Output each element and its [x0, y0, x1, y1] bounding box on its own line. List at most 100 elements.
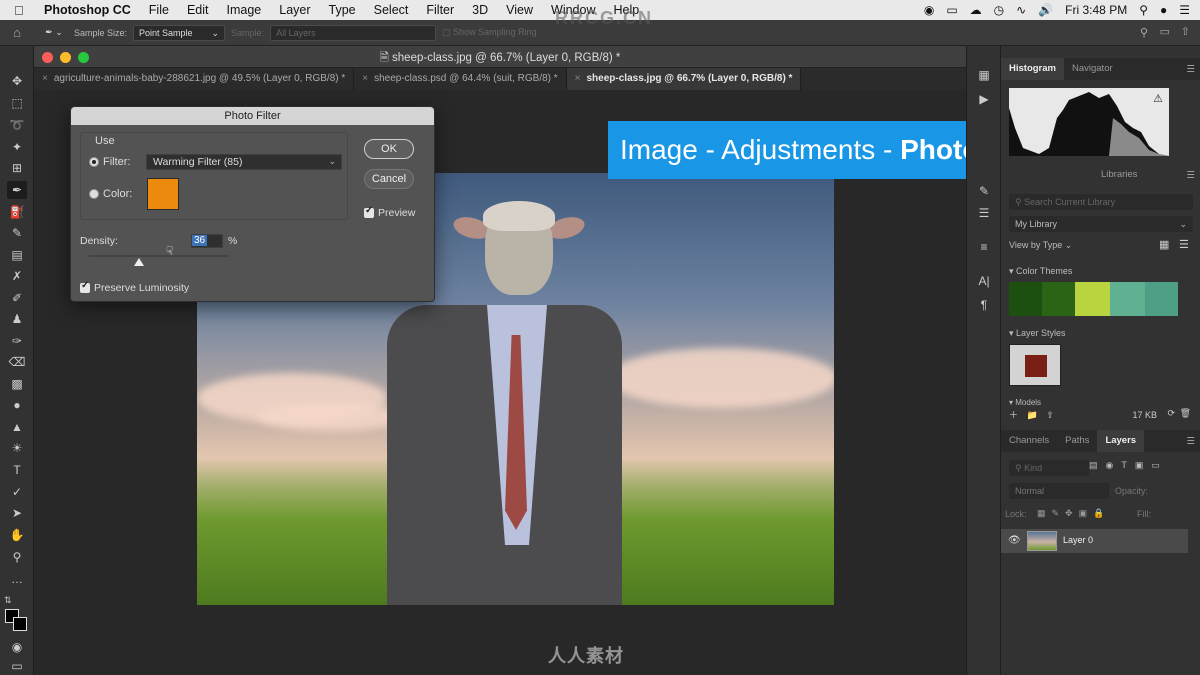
lock-icons[interactable]: ▦✎✥▣🔒 [1037, 508, 1110, 519]
brush-alt-tool-icon[interactable]: ✐ [7, 289, 27, 307]
trash-icon[interactable]: 🗑 [1180, 408, 1191, 419]
clone-source-icon[interactable]: ≡ [976, 240, 992, 256]
layer-row[interactable]: 👁 Layer 0 [1001, 529, 1188, 553]
type-tool-icon[interactable]: T [7, 461, 27, 479]
brush-tool-icon[interactable]: ✎ [7, 224, 27, 242]
layer-style-thumbnail[interactable] [1009, 344, 1061, 386]
menu-edit[interactable]: Edit [187, 3, 209, 17]
filter-select[interactable]: Warming Filter (85) ⌄ [146, 154, 342, 170]
close-tab-icon[interactable]: × [362, 73, 368, 84]
sample-size-select[interactable]: Point Sample ⌄ [133, 24, 226, 41]
clock[interactable]: Fri 3:48 PM [1065, 3, 1127, 17]
tab-sheep-class-jpg[interactable]: × sheep-class.jpg @ 66.7% (Layer 0, RGB/8… [566, 68, 802, 90]
ok-button[interactable]: OK [364, 139, 414, 159]
eye-icon[interactable]: 👁 [1008, 535, 1021, 546]
menu-3d[interactable]: 3D [472, 3, 488, 17]
time-machine-icon[interactable]: ◷ [994, 3, 1004, 17]
eyedropper-tool-icon[interactable]: ✒ [7, 181, 27, 199]
brush-settings-icon[interactable]: ✎ [976, 184, 992, 200]
move-tool-icon[interactable]: ✥ [7, 72, 27, 90]
list-view-icon[interactable]: ☰ [1179, 238, 1189, 251]
menu-layer[interactable]: Layer [279, 3, 310, 17]
blur-tool-icon[interactable]: ● [7, 396, 27, 414]
tab-libraries[interactable]: Libraries [1093, 164, 1145, 186]
stamp-tool-icon[interactable]: ▤ [7, 246, 27, 264]
character-icon[interactable]: A| [976, 274, 992, 290]
models-section[interactable]: ▾ Models [1009, 398, 1041, 407]
preserve-luminosity-checkbox[interactable] [80, 280, 90, 293]
theme-swatch[interactable] [1145, 282, 1178, 316]
share-icon[interactable]: ⇧ [1181, 25, 1190, 38]
upload-icon[interactable]: ⇧ [1046, 410, 1054, 420]
crop-tool-icon[interactable]: ⊞ [7, 159, 27, 177]
density-input[interactable]: 36 [191, 234, 223, 248]
panel-menu-icon[interactable]: ☰ [1186, 436, 1195, 447]
record-icon[interactable]: ◉ [924, 3, 934, 17]
gradient-tool-icon[interactable]: ▩ [7, 375, 27, 393]
history-brush-tool-icon[interactable]: ✗ [7, 267, 27, 285]
display-icon[interactable]: ▭ [946, 3, 957, 17]
more-tools-icon[interactable]: … [7, 570, 27, 588]
layer-kind-filter[interactable]: ⚲ Kind [1009, 460, 1089, 476]
grid-view-icon[interactable]: ▦ [1159, 238, 1169, 251]
zoom-tool-icon[interactable]: ⚲ [7, 548, 27, 566]
tab-navigator[interactable]: Navigator [1064, 58, 1121, 80]
path-selection-tool-icon[interactable]: ➤ [7, 504, 27, 522]
close-tab-icon[interactable]: × [42, 73, 48, 84]
lasso-tool-icon[interactable]: ➰ [7, 116, 27, 134]
menu-file[interactable]: File [149, 3, 169, 17]
add-icon[interactable]: ＋ [1009, 410, 1018, 420]
eyedropper-tool-icon[interactable]: ✒ ⌄ [34, 27, 74, 38]
panel-menu-icon[interactable]: ☰ [1186, 170, 1195, 181]
screen-mode-icon[interactable]: ▭ [7, 657, 27, 675]
adjustments-icon[interactable]: ☰ [976, 206, 992, 222]
hand-tool-icon[interactable]: ✋ [7, 526, 27, 544]
workspace-icon[interactable]: ▭ [1160, 25, 1170, 38]
menu-type[interactable]: Type [329, 3, 356, 17]
tab-channels[interactable]: Channels [1001, 430, 1057, 452]
creative-cloud-icon[interactable]: ☁ [970, 3, 982, 17]
clone-stamp-tool-icon[interactable]: ♟ [7, 310, 27, 328]
dodge-tool-icon[interactable]: ☀ [7, 439, 27, 457]
show-ring-checkbox[interactable]: ▢ Show Sampling Ring [442, 27, 537, 38]
pen-tool-icon[interactable]: ✓ [7, 483, 27, 501]
history-icon[interactable]: ▦ [976, 68, 992, 84]
healing-brush-tool-icon[interactable]: ⛽ [7, 203, 27, 221]
volume-icon[interactable]: 🔊 [1038, 3, 1053, 17]
swap-colors-icon[interactable]: ⇅ [4, 595, 12, 606]
background-color-swatch[interactable] [13, 617, 27, 631]
panel-menu-icon[interactable]: ☰ [1186, 64, 1195, 75]
color-radio[interactable] [89, 189, 99, 199]
cancel-button[interactable]: Cancel [364, 169, 414, 189]
tab-paths[interactable]: Paths [1057, 430, 1097, 452]
menu-view[interactable]: View [506, 3, 533, 17]
view-by-type-dropdown[interactable]: View by Type ⌄ [1009, 240, 1072, 251]
tab-histogram[interactable]: Histogram [1001, 58, 1064, 80]
tab-layers[interactable]: Layers [1097, 430, 1145, 452]
user-icon[interactable]: ● [1160, 3, 1167, 17]
sample-select[interactable]: All Layers [270, 24, 437, 41]
blend-mode-select[interactable]: Normal [1009, 483, 1109, 499]
apple-icon[interactable]:  [14, 3, 30, 18]
search-icon[interactable]: ⚲ [1140, 26, 1148, 39]
art-brush-tool-icon[interactable]: ✑ [7, 332, 27, 350]
paragraph-icon[interactable]: ¶ [976, 298, 992, 314]
theme-swatch[interactable] [1009, 282, 1042, 316]
eraser-tool-icon[interactable]: ⌫ [7, 353, 27, 371]
menu-app[interactable]: Photoshop CC [44, 3, 131, 17]
folder-icon[interactable]: 📁 [1027, 410, 1038, 420]
tab-sheep-class-psd[interactable]: × sheep-class.psd @ 64.4% (suit, RGB/8) * [354, 68, 567, 90]
density-slider-thumb[interactable] [134, 258, 145, 266]
search-icon[interactable]: ⚲ [1139, 3, 1148, 17]
wifi-icon[interactable]: ∿ [1016, 3, 1026, 17]
sync-icon[interactable]: ⟳ [1167, 408, 1175, 419]
library-select[interactable]: My Library ⌄ [1009, 216, 1193, 232]
home-icon[interactable]: ⌂ [0, 25, 34, 40]
filter-radio[interactable] [89, 157, 99, 167]
color-swatch[interactable] [147, 178, 179, 210]
menu-filter[interactable]: Filter [426, 3, 454, 17]
color-themes-section[interactable]: ▾ Color Themes [1009, 266, 1072, 277]
layer-filter-icons[interactable]: ▤◉T▣▭ [1089, 460, 1168, 471]
menu-select[interactable]: Select [374, 3, 409, 17]
play-icon[interactable]: ▶ [976, 92, 992, 108]
